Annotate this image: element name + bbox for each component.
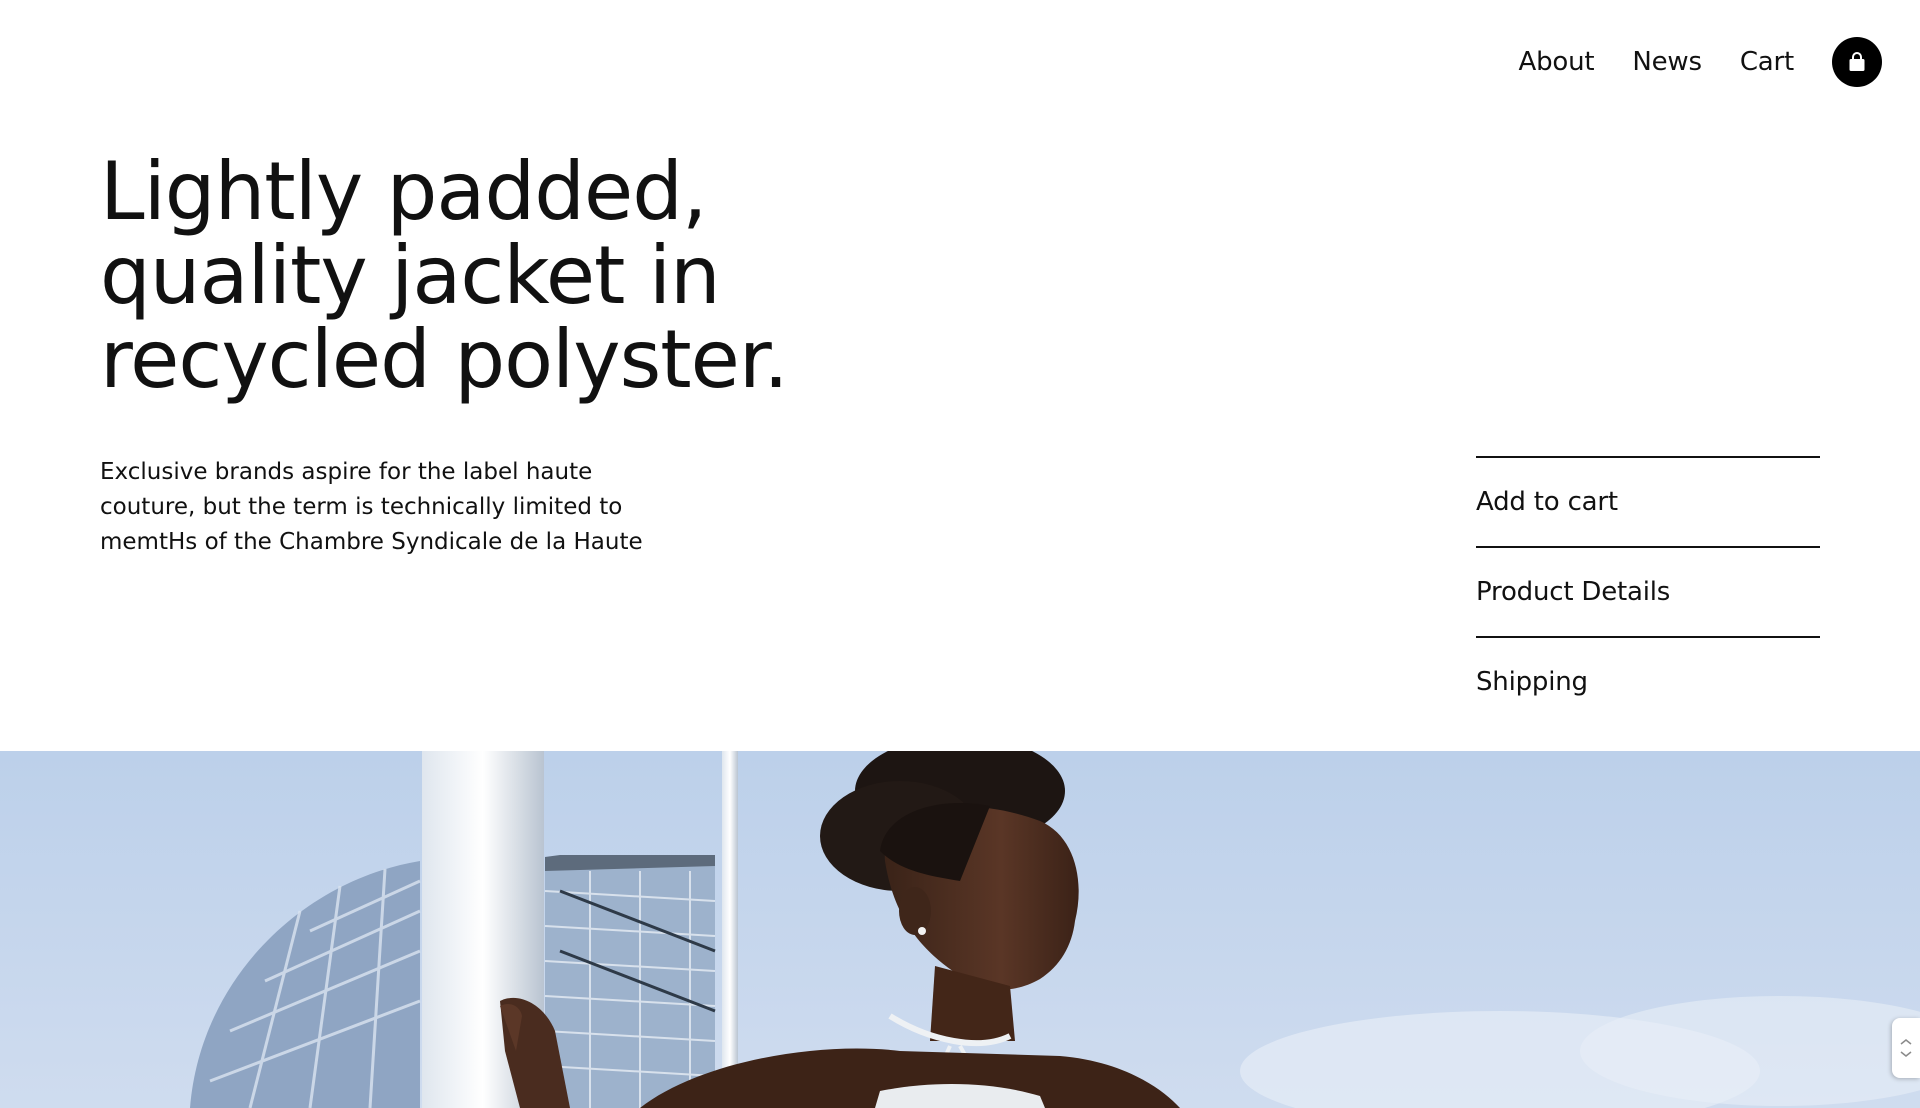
nav-link-cart[interactable]: Cart	[1740, 47, 1794, 77]
headline-line: Lightly padded,	[100, 145, 707, 238]
product-description: Exclusive brands aspire for the label ha…	[100, 455, 660, 560]
hero-image	[0, 751, 1920, 1108]
add-to-cart-button[interactable]: Add to cart	[1476, 456, 1820, 546]
description-line: memtHs of the Chambre Syndicale de la Ha…	[100, 529, 643, 555]
nav-link-about[interactable]: About	[1518, 47, 1594, 77]
shipping-toggle[interactable]: Shipping	[1476, 636, 1820, 726]
product-details-toggle[interactable]: Product Details	[1476, 546, 1820, 636]
top-nav: About News Cart	[1518, 34, 1882, 90]
shopping-bag-icon	[1849, 52, 1865, 71]
headline-line: quality jacket in	[100, 229, 721, 322]
description-line: couture, but the term is technically lim…	[100, 494, 623, 520]
headline-line: recycled polyster.	[100, 313, 789, 406]
product-headline: Lightly padded, quality jacket in recycl…	[100, 150, 900, 402]
resize-icon	[1900, 1039, 1912, 1057]
model-photo	[0, 751, 1920, 1108]
product-actions: Add to cart Product Details Shipping	[1476, 456, 1820, 726]
description-line: Exclusive brands aspire for the label ha…	[100, 459, 593, 485]
side-resize-tab[interactable]	[1892, 1018, 1920, 1078]
cart-bag-button[interactable]	[1832, 37, 1882, 87]
nav-link-news[interactable]: News	[1632, 47, 1702, 77]
